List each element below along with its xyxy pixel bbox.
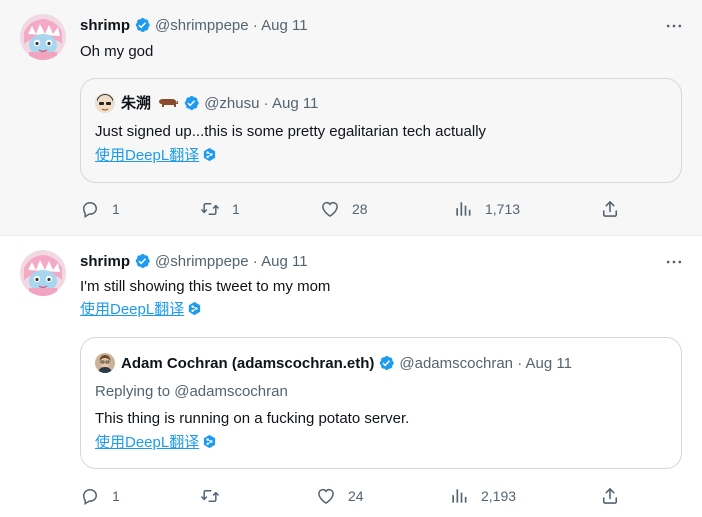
like-button[interactable]: 28	[320, 199, 368, 219]
like-count: 24	[348, 488, 364, 504]
verified-badge-icon	[182, 94, 200, 112]
quote-author-handle: @adamscochran	[399, 355, 514, 372]
reply-count: 1	[112, 201, 120, 217]
repost-count: 1	[232, 201, 240, 217]
quote-header: 朱溯 @zhusu · Aug 11	[95, 93, 318, 114]
share-button[interactable]	[600, 486, 620, 506]
verified-badge-icon	[133, 16, 151, 34]
like-count: 28	[352, 201, 368, 217]
reply-icon	[80, 486, 100, 506]
author-name[interactable]: shrimp	[80, 253, 130, 270]
quote-author-name: Adam Cochran (adamscochran.eth)	[121, 355, 375, 372]
repost-button[interactable]: 1	[200, 199, 240, 219]
like-button[interactable]: 24	[316, 486, 364, 506]
share-icon	[600, 199, 620, 219]
action-bar: 1 1 28 1,713	[80, 199, 640, 219]
views-icon	[453, 199, 473, 219]
views-count: 1,713	[485, 201, 521, 217]
translate-link[interactable]: 使用DeepL翻译	[80, 300, 202, 320]
cow-emoji-icon	[157, 96, 179, 110]
separator: ·	[517, 355, 523, 372]
reply-count: 1	[112, 488, 120, 504]
deepl-icon	[202, 147, 217, 162]
more-icon[interactable]	[662, 16, 686, 36]
translate-link[interactable]: 使用DeepL翻译	[95, 433, 217, 453]
tweet-date[interactable]: Aug 11	[261, 17, 307, 34]
repost-button[interactable]	[200, 486, 232, 506]
verified-badge-icon	[377, 354, 395, 372]
translate-label: 使用DeepL翻译	[80, 301, 185, 318]
avatar[interactable]	[20, 250, 66, 296]
translate-label: 使用DeepL翻译	[95, 147, 200, 164]
quote-header: Adam Cochran (adamscochran.eth) @adamscoc…	[95, 353, 572, 374]
translate-link[interactable]: 使用DeepL翻译	[95, 146, 217, 166]
author-handle[interactable]: @shrimppepe	[155, 17, 249, 34]
translate-label: 使用DeepL翻译	[95, 434, 200, 451]
repost-icon	[200, 199, 220, 219]
verified-badge-icon	[133, 252, 151, 270]
replying-to: Replying to @adamscochran	[95, 383, 288, 400]
avatar[interactable]	[20, 14, 66, 60]
heart-icon	[320, 199, 340, 219]
views-button[interactable]: 2,193	[449, 486, 516, 506]
tweet-header: shrimp @shrimppepe · Aug 11	[80, 252, 308, 272]
author-handle[interactable]: @shrimppepe	[155, 253, 249, 270]
author-name[interactable]: shrimp	[80, 17, 130, 34]
quoted-tweet[interactable]: Adam Cochran (adamscochran.eth) @adamscoc…	[80, 337, 682, 469]
reply-button[interactable]: 1	[80, 486, 120, 506]
quoted-tweet[interactable]: 朱溯 @zhusu · Aug 11 Just signed up...this…	[80, 78, 682, 183]
quote-text: Just signed up...this is some pretty ega…	[95, 123, 487, 140]
views-icon	[449, 486, 469, 506]
quote-date: Aug 11	[525, 355, 572, 372]
tweet-header: shrimp @shrimppepe · Aug 11	[80, 16, 308, 36]
views-button[interactable]: 1,713	[453, 199, 520, 219]
tweet-1[interactable]: shrimp @shrimppepe · Aug 11 Oh my god 朱溯 …	[0, 0, 702, 236]
quote-author-handle: @zhusu	[204, 95, 260, 112]
separator: ·	[252, 253, 258, 270]
deepl-icon	[187, 301, 202, 316]
tweet-2[interactable]: shrimp @shrimppepe · Aug 11 I'm still sho…	[0, 236, 702, 517]
reply-button[interactable]: 1	[80, 199, 120, 219]
more-icon[interactable]	[662, 252, 686, 272]
tweet-date[interactable]: Aug 11	[261, 253, 307, 270]
avatar	[95, 93, 115, 113]
quote-text: This thing is running on a fucking potat…	[95, 410, 410, 427]
share-button[interactable]	[600, 199, 620, 219]
action-bar: 1 24 2,193	[80, 486, 640, 506]
quote-author-name: 朱溯	[121, 95, 152, 112]
reply-icon	[80, 199, 100, 219]
separator: ·	[252, 17, 258, 34]
tweet-text: Oh my god	[80, 43, 154, 60]
heart-icon	[316, 486, 336, 506]
views-count: 2,193	[481, 488, 517, 504]
deepl-icon	[202, 434, 217, 449]
tweet-text: I'm still showing this tweet to my mom	[80, 278, 331, 295]
quote-date: Aug 11	[271, 95, 319, 112]
repost-icon	[200, 486, 220, 506]
share-icon	[600, 486, 620, 506]
avatar	[95, 353, 115, 373]
separator: ·	[263, 95, 269, 112]
